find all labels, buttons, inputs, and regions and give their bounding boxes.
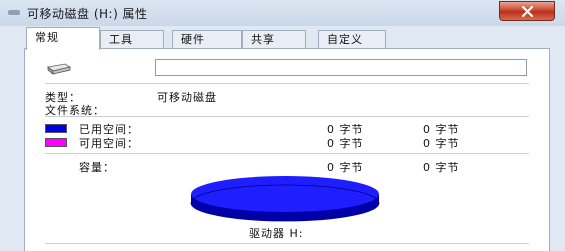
removable-drive-icon	[47, 63, 71, 75]
free-space-bytes: 0 字节	[327, 137, 364, 150]
free-space-size: 0 字节	[423, 137, 460, 150]
tab-label: 常规	[35, 31, 59, 44]
capacity-label: 容量：	[79, 161, 115, 174]
tab-customize[interactable]: 自定义	[318, 30, 386, 48]
drive-label: 驱动器 H:	[249, 227, 304, 240]
tab-tools[interactable]: 工具	[100, 30, 164, 48]
tab-sharing[interactable]: 共享	[242, 30, 306, 48]
tab-label: 共享	[251, 33, 275, 46]
close-button[interactable]	[499, 1, 555, 21]
volume-name-input[interactable]	[155, 59, 527, 76]
tab-label: 硬件	[181, 33, 205, 46]
divider	[45, 116, 529, 117]
title-bar[interactable]: 可移动磁盘 (H:) 属性	[0, 0, 565, 26]
free-space-swatch	[45, 138, 67, 147]
divider	[45, 243, 529, 244]
divider	[45, 153, 529, 154]
used-space-swatch	[45, 124, 67, 133]
tab-label: 自定义	[327, 33, 363, 46]
close-icon	[521, 6, 534, 17]
divider	[45, 83, 529, 84]
disk-usage-pie-chart	[190, 176, 380, 222]
type-value: 可移动磁盘	[157, 91, 217, 104]
tab-general[interactable]: 常规	[26, 27, 100, 50]
general-tab-panel: 类型： 可移动磁盘 文件系统： 已用空间： 0 字节 0 字节 可用空间： 0 …	[24, 48, 550, 251]
properties-window: 可移动磁盘 (H:) 属性 常规 工具 硬件 共享 自定义 类型： 可移动磁盘 …	[0, 0, 565, 251]
capacity-bytes: 0 字节	[327, 161, 364, 174]
capacity-size: 0 字节	[423, 161, 460, 174]
free-space-label: 可用空间：	[79, 137, 139, 150]
tab-hardware[interactable]: 硬件	[172, 30, 242, 48]
window-title: 可移动磁盘 (H:) 属性	[27, 7, 148, 21]
removable-drive-icon	[8, 10, 20, 15]
tab-label: 工具	[109, 33, 133, 46]
